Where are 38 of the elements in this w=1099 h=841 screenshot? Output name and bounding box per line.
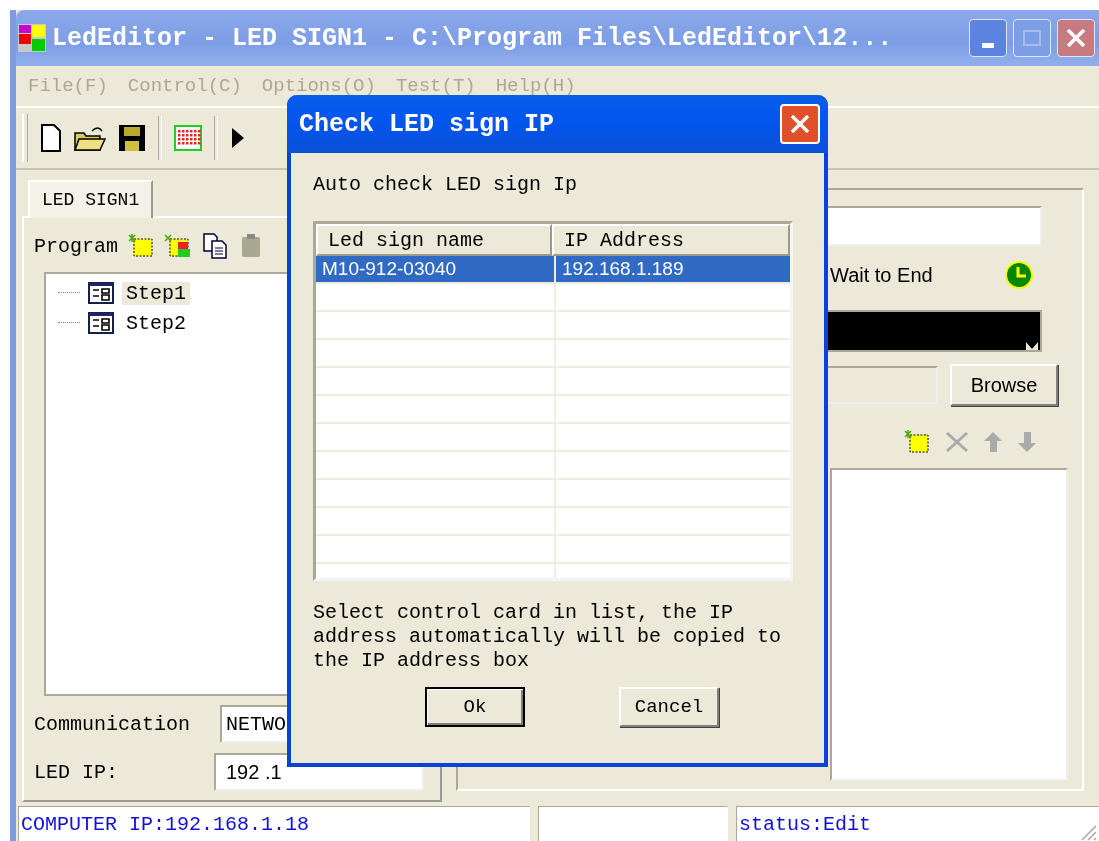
cancel-button[interactable]: Cancel: [619, 687, 719, 727]
new-document-icon[interactable]: [40, 124, 62, 152]
table-row[interactable]: M10-912-03040 192.168.1.189: [316, 256, 790, 284]
step-icon: [88, 312, 114, 334]
copy-icon[interactable]: [202, 233, 230, 259]
close-icon: [788, 112, 812, 136]
new-item-icon[interactable]: [128, 234, 154, 258]
minimize-button[interactable]: [969, 19, 1007, 57]
play-icon[interactable]: [230, 126, 246, 150]
minimize-icon: [982, 42, 994, 48]
dialog-heading: Auto check LED sign Ip: [313, 173, 579, 198]
tree-item[interactable]: Step1: [122, 281, 190, 305]
app-logo-icon: [18, 24, 46, 52]
new-item-icon[interactable]: [904, 430, 932, 454]
column-header[interactable]: Led sign name: [316, 224, 552, 256]
ok-button[interactable]: Ok: [425, 687, 525, 727]
maximize-icon: [1022, 29, 1042, 47]
communication-label: Communication: [34, 712, 192, 736]
step-icon: [88, 282, 114, 304]
instruction-text: Select control card in list, the IP address automatically will be copied to the IP address box: [313, 601, 783, 673]
wait-to-end-label: Wait to End: [830, 263, 933, 287]
close-icon: [1065, 27, 1087, 49]
caret-icon: [1026, 342, 1038, 350]
tab[interactable]: LED SIGN1: [28, 180, 154, 218]
tree-item[interactable]: Step2: [122, 311, 190, 335]
led-ip-label: LED IP:: [34, 760, 119, 784]
clock-icon[interactable]: [1004, 260, 1034, 290]
column-header[interactable]: IP Address: [552, 224, 790, 256]
status-panel: COMPUTER IP:192.168.1.18: [18, 806, 530, 841]
open-folder-icon[interactable]: [74, 125, 106, 151]
close-button[interactable]: [1057, 19, 1095, 57]
dialog-title: Check LED sign IP: [299, 109, 555, 139]
led-grid-icon[interactable]: [174, 125, 202, 151]
browse-button[interactable]: Browse: [950, 364, 1058, 406]
program-label: Program: [34, 234, 118, 258]
status-panel: status:Edit: [736, 806, 1099, 841]
window-title: LedEditor - LED SIGN1 - C:\Program Files\LedEditor\12...: [52, 23, 894, 53]
new-items-icon[interactable]: [164, 234, 192, 258]
